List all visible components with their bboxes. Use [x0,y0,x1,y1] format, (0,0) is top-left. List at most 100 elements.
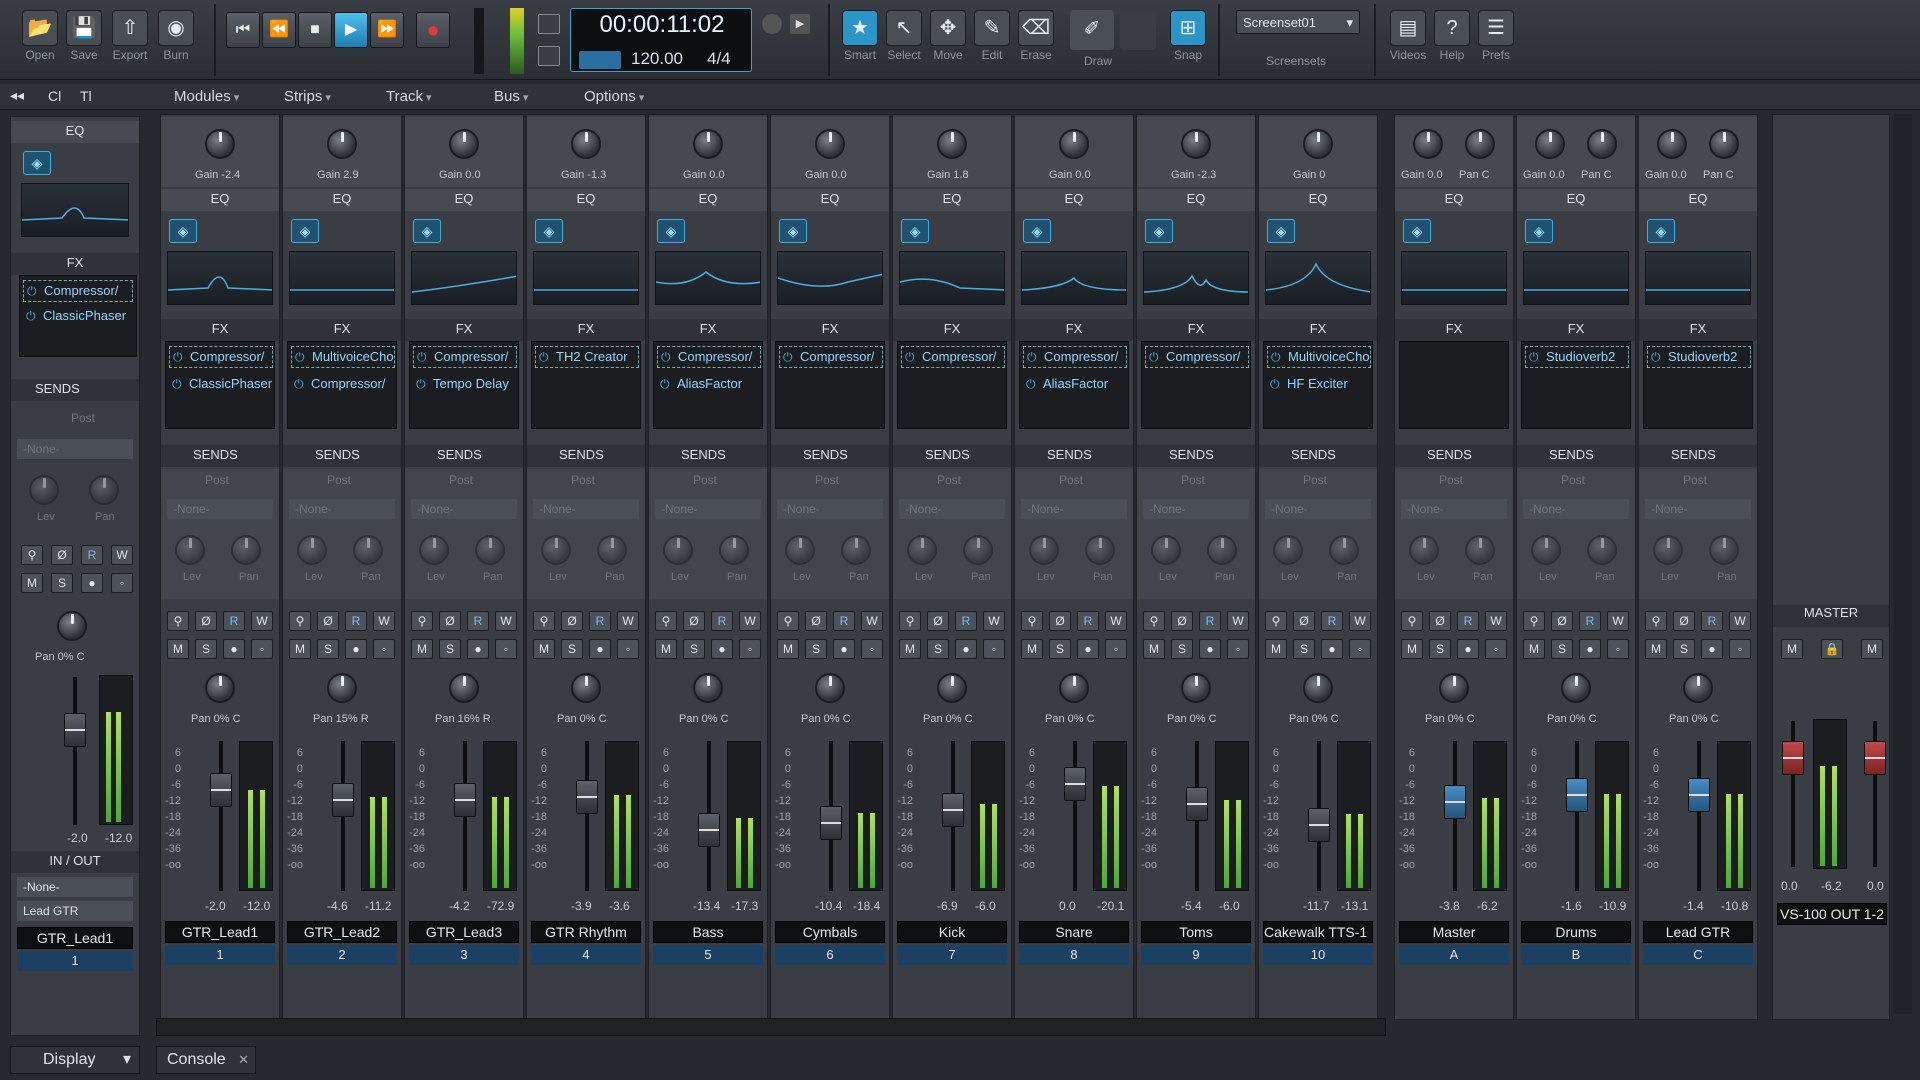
mute-button[interactable]: M [655,639,677,659]
fx-bin[interactable]: TH2 Creator [531,341,641,429]
send-level-knob[interactable] [663,535,693,565]
burn-button[interactable]: ◉ Burn [154,6,198,74]
fx-bin[interactable]: Compressor/ClassicPhaser [165,341,275,429]
post-button[interactable]: Post [327,473,351,487]
post-button[interactable]: Post [937,473,961,487]
write-automation-button[interactable]: W [1227,611,1249,631]
arm-button[interactable]: ● [1457,639,1479,659]
mute-button[interactable]: M [1645,639,1667,659]
fx-bin[interactable]: Compressor/ [775,341,885,429]
write-automation-button[interactable]: W [1349,611,1371,631]
monitor-button[interactable]: ◦ [111,573,133,593]
solo-button[interactable]: S [927,639,949,659]
send-dest-select[interactable]: -None- [1143,499,1249,519]
gain-knob[interactable] [815,129,845,159]
post-button[interactable]: Post [1683,473,1707,487]
eq-display[interactable] [1645,251,1751,305]
send-dest-select[interactable]: -None- [1523,499,1629,519]
volume-fader[interactable] [332,782,354,817]
send-dest-select[interactable]: -None- [289,499,395,519]
arm-button[interactable]: ● [833,639,855,659]
input-echo-button[interactable]: ⚲ [1645,611,1667,631]
menu-modules[interactable]: Modules [174,88,239,105]
solo-button[interactable]: S [561,639,583,659]
fx-bin[interactable]: Compressor/Tempo Delay [409,341,519,429]
open-button[interactable]: 📂 Open [18,6,62,74]
monitor-button[interactable]: ◦ [1607,639,1629,659]
solo-button[interactable]: S [1551,639,1573,659]
post-button[interactable]: Post [1059,473,1083,487]
send-dest-select[interactable]: -None- [655,499,761,519]
rewind-button[interactable]: ⏪ [262,12,296,48]
send-level-knob[interactable] [1151,535,1181,565]
phase-button[interactable]: Ø [561,611,583,631]
fx-bin[interactable]: Compressor/ [897,341,1007,429]
read-automation-button[interactable]: R [1321,611,1343,631]
fx-bin[interactable]: MultivoiceChorus Compressor/ [287,341,397,429]
eq-enable-button[interactable]: ◈ [291,219,319,243]
monitor-button[interactable]: ◦ [1729,639,1751,659]
input-select[interactable]: -None- [17,877,133,897]
pan-knob[interactable] [1683,673,1713,703]
fx-bin[interactable]: Compressor/ [1141,341,1251,429]
read-automation-button[interactable]: R [955,611,977,631]
send-level-knob[interactable] [1029,535,1059,565]
transport-volume-slider[interactable] [474,8,484,74]
monitor-button[interactable]: ◦ [617,639,639,659]
fx-slot[interactable]: Compressor/ [1023,346,1127,368]
read-automation-button[interactable]: R [81,545,103,565]
eq-display[interactable] [533,251,639,305]
input-echo-button[interactable]: ⚲ [167,611,189,631]
send-pan-knob[interactable] [1709,535,1739,565]
eq-display[interactable] [289,251,395,305]
pan-knob[interactable] [571,673,601,703]
track-name[interactable]: GTR_Lead1 [165,921,275,943]
track-name[interactable]: GTR_Lead1 [17,927,133,949]
gain-knob[interactable] [937,129,967,159]
send-level-knob[interactable] [1653,535,1683,565]
move-tool-button[interactable]: ✥ Move [926,6,970,74]
send-dest-select[interactable]: -None- [17,439,133,459]
write-automation-button[interactable]: W [1607,611,1629,631]
fx-slot[interactable]: Studioverb2 [1647,346,1751,368]
fx-bin[interactable] [1399,341,1509,429]
snap-button[interactable]: ⊞ Snap [1166,6,1210,74]
track-name[interactable]: Lead GTR [1643,921,1753,943]
fx-slot[interactable]: Studioverb2 [1525,346,1629,368]
send-level-knob[interactable] [29,475,59,505]
fx-slot[interactable]: TH2 Creator [535,346,639,368]
mute-button[interactable]: M [411,639,433,659]
post-button[interactable]: Post [1181,473,1205,487]
horizontal-scrollbar[interactable] [156,1018,1386,1036]
volume-fader[interactable] [1308,808,1330,843]
volume-fader[interactable] [1186,787,1208,822]
read-automation-button[interactable]: R [345,611,367,631]
read-automation-button[interactable]: R [589,611,611,631]
arm-button[interactable]: ● [711,639,733,659]
fx-slot[interactable]: Tempo Delay [413,374,517,396]
gain-knob[interactable] [1303,129,1333,159]
write-automation-button[interactable]: W [251,611,273,631]
fx-bin[interactable]: MultivoiceChorus HF Exciter [1263,341,1373,429]
input-echo-button[interactable]: ⚲ [21,545,43,565]
send-dest-select[interactable]: -None- [1265,499,1371,519]
track-name[interactable]: Cymbals [775,921,885,943]
solo-button[interactable]: S [1673,639,1695,659]
monitor-button[interactable]: ◦ [1349,639,1371,659]
gain-knob[interactable] [1413,129,1443,159]
gain-knob[interactable] [1535,129,1565,159]
send-pan-knob[interactable] [353,535,383,565]
write-automation-button[interactable]: W [495,611,517,631]
track-name[interactable]: Cakewalk TTS-1 1 [1263,921,1373,943]
track-name[interactable]: Master [1399,921,1509,943]
volume-fader[interactable] [1688,778,1710,813]
fx-bin[interactable]: Compressor/AliasFactor [653,341,763,429]
write-automation-button[interactable]: W [111,545,133,565]
input-echo-button[interactable]: ⚲ [777,611,799,631]
volume-fader[interactable] [1064,766,1086,801]
solo-button[interactable]: S [439,639,461,659]
track-name[interactable]: Toms [1141,921,1251,943]
menu-options[interactable]: Options [584,88,644,105]
metronome-play-button[interactable]: ▶ [790,14,810,34]
solo-button[interactable]: S [1293,639,1315,659]
